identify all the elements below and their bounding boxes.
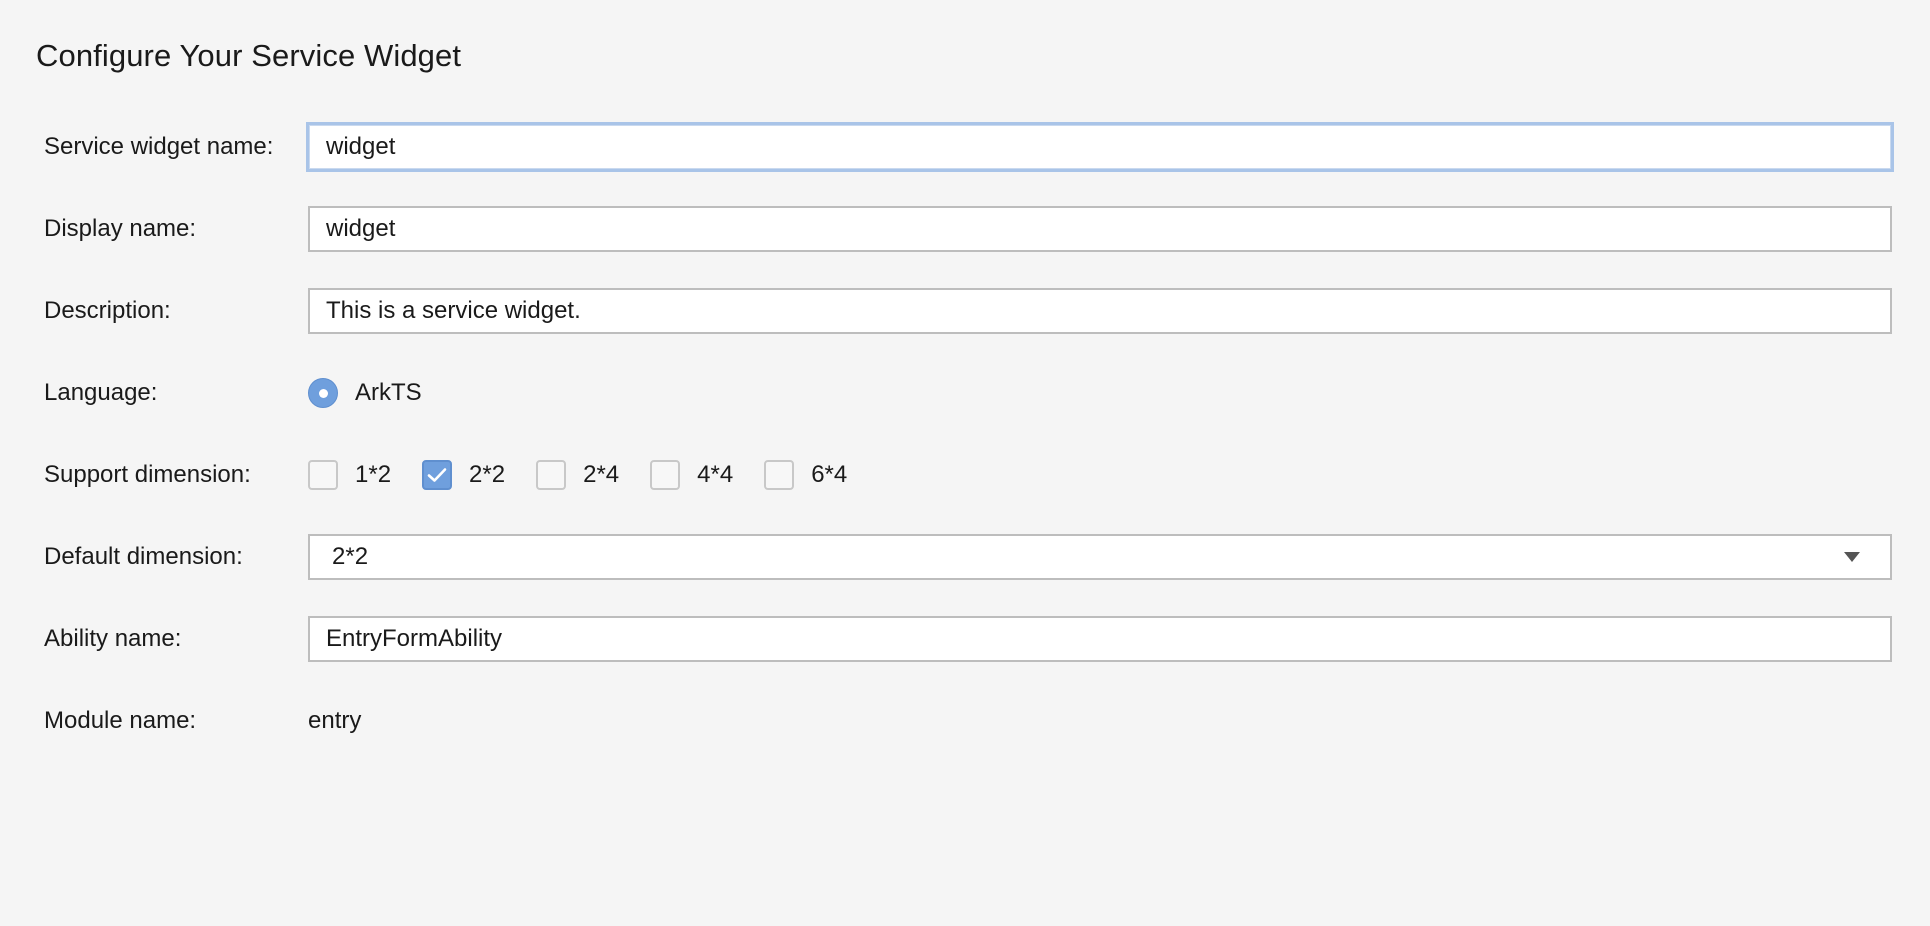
checkmark-icon	[427, 468, 447, 482]
dimension-option-2x2[interactable]: 2*2	[422, 460, 505, 490]
language-label: Language:	[44, 379, 158, 406]
description-value: This is a service widget.	[326, 297, 581, 324]
description-label: Description:	[44, 297, 171, 324]
dimension-option-4x4[interactable]: 4*4	[650, 460, 733, 490]
widget-name-input[interactable]: widget	[306, 122, 1894, 172]
dimension-checkbox-2x2[interactable]	[422, 460, 453, 490]
support-dimension-label: Support dimension:	[44, 461, 251, 488]
display-name-value: widget	[326, 215, 396, 242]
dimension-checkbox-6x4[interactable]	[764, 460, 795, 490]
support-dimension-row: Support dimension: 1*2 2*2 2*4 4*4 6*4	[44, 450, 1892, 500]
configure-widget-page: Configure Your Service Widget Service wi…	[0, 0, 1930, 926]
default-dimension-value: 2*2	[332, 543, 369, 570]
language-row: Language: ArkTS	[44, 368, 1892, 418]
ability-name-label: Ability name:	[44, 625, 182, 652]
dimension-checkbox-4x4[interactable]	[650, 460, 681, 490]
display-name-row: Display name: widget	[44, 204, 1892, 254]
ability-name-value: EntryFormAbility	[326, 625, 503, 652]
display-name-label: Display name:	[44, 215, 197, 242]
dimension-label-2x2: 2*2	[469, 461, 506, 488]
module-name-label: Module name:	[44, 707, 197, 734]
default-dimension-select[interactable]: 2*2	[308, 534, 1892, 580]
widget-name-label: Service widget name:	[44, 133, 274, 160]
dimension-label-2x4: 2*4	[583, 461, 620, 488]
module-name-row: Module name: entry	[44, 696, 1892, 746]
language-option-label[interactable]: ArkTS	[355, 379, 422, 407]
radio-selected-dot	[318, 388, 328, 398]
dimension-label-4x4: 4*4	[697, 461, 734, 488]
chevron-down-icon[interactable]	[1844, 552, 1860, 562]
default-dimension-label: Default dimension:	[44, 543, 243, 570]
ability-name-input[interactable]: EntryFormAbility	[308, 616, 1892, 662]
language-radio-arkts[interactable]	[308, 378, 338, 408]
dimension-checkbox-2x4[interactable]	[536, 460, 567, 490]
dimension-option-1x2[interactable]: 1*2	[308, 460, 391, 490]
widget-name-row: Service widget name: widget	[44, 122, 1894, 172]
support-dimension-checkboxes: 1*2 2*2 2*4 4*4 6*4	[308, 450, 878, 500]
description-row: Description: This is a service widget.	[44, 286, 1892, 336]
default-dimension-row: Default dimension: 2*2	[44, 532, 1892, 582]
language-radio-group: ArkTS	[308, 368, 422, 418]
dimension-option-2x4[interactable]: 2*4	[536, 460, 619, 490]
dimension-checkbox-1x2[interactable]	[308, 460, 338, 490]
ability-name-row: Ability name: EntryFormAbility	[44, 614, 1892, 664]
dimension-label-1x2: 1*2	[355, 461, 392, 488]
dimension-label-6x4: 6*4	[811, 461, 848, 488]
module-name-value: entry	[308, 707, 362, 734]
description-input[interactable]: This is a service widget.	[308, 288, 1892, 334]
widget-name-value: widget	[326, 133, 396, 160]
dimension-option-6x4[interactable]: 6*4	[764, 460, 847, 490]
display-name-input[interactable]: widget	[308, 206, 1892, 252]
page-title: Configure Your Service Widget	[36, 38, 462, 73]
